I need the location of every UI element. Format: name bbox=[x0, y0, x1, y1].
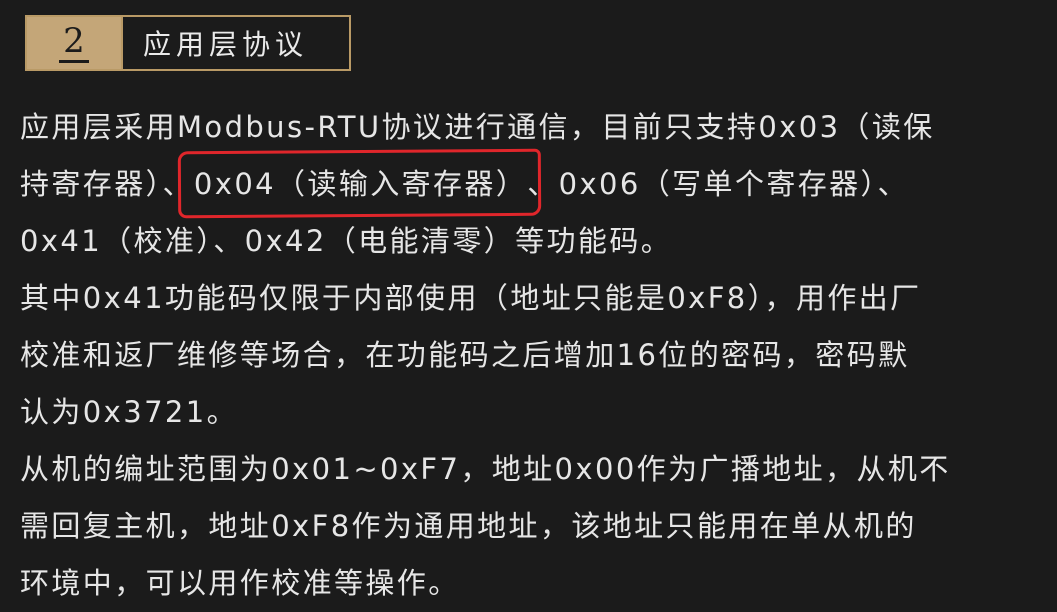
text-line-9: 环境中，可以用作校准等操作。 bbox=[20, 566, 460, 600]
section-number: 2 bbox=[59, 24, 89, 63]
section-header: 2 应用层协议 bbox=[25, 15, 351, 71]
text-segment: 持寄存器）、 bbox=[20, 167, 194, 201]
text-segment: 、0x06（写单个寄存器）、 bbox=[527, 167, 909, 201]
body-text: 应用层采用Modbus-RTU协议进行通信，目前只支持0x03（读保 持寄存器）… bbox=[20, 99, 1035, 612]
section-title: 应用层协议 bbox=[121, 17, 349, 69]
text-line-2: 持寄存器）、0x04（读输入寄存器）、0x06（写单个寄存器）、 bbox=[20, 156, 1035, 213]
text-line-6: 认为0x3721。 bbox=[20, 395, 239, 429]
text-line-8: 需回复主机，地址0xF8作为通用地址，该地址只能用在单从机的 bbox=[20, 509, 917, 543]
section-number-box: 2 bbox=[27, 17, 121, 69]
text-line-3: 0x41（校准）、0x42（电能清零）等功能码。 bbox=[20, 224, 673, 258]
text-line-5: 校准和返厂维修等场合，在功能码之后增加16位的密码，密码默 bbox=[20, 338, 910, 372]
text-line-1: 应用层采用Modbus-RTU协议进行通信，目前只支持0x03（读保 bbox=[20, 110, 935, 144]
highlighted-function-code: 0x04（读输入寄存器） bbox=[194, 156, 527, 213]
text-line-7: 从机的编址范围为0x01~0xF7，地址0x00作为广播地址，从机不 bbox=[20, 452, 951, 486]
text-line-4: 其中0x41功能码仅限于内部使用（地址只能是0xF8），用作出厂 bbox=[20, 281, 922, 315]
